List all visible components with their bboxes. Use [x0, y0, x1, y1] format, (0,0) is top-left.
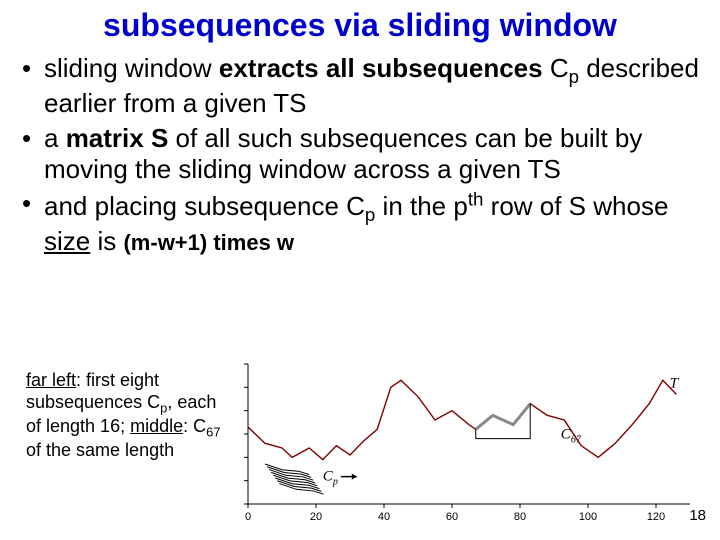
bullet-1: • sliding window extracts all subsequenc… [18, 53, 702, 119]
svg-text:80: 80 [514, 511, 526, 523]
text: sliding window [44, 53, 219, 83]
figure-caption: far left: first eight subsequences Cp, e… [26, 370, 226, 461]
text: C [543, 53, 569, 83]
bullet-2-text: a matrix S of all such subsequences can … [44, 123, 642, 184]
bullet-dot: • [22, 53, 31, 84]
page-number: 18 [689, 507, 706, 524]
subscript: 67 [206, 424, 220, 439]
svg-text:20: 20 [310, 511, 322, 523]
bullet-dot: • [22, 188, 31, 219]
svg-text:60: 60 [446, 511, 458, 523]
bullet-dot: • [22, 123, 31, 154]
subscript: p [365, 204, 375, 225]
bullets-area: • sliding window extracts all subsequenc… [0, 53, 720, 257]
bullet-1-text: sliding window extracts all subsequences… [44, 53, 699, 118]
superscript: th [468, 188, 484, 209]
svg-text:0: 0 [245, 511, 251, 523]
text: in the p [375, 191, 468, 221]
text-bold: (m-w+1) times w [123, 230, 294, 255]
svg-text:40: 40 [378, 511, 390, 523]
caption-text: : C [183, 416, 206, 436]
text: row of S whose [483, 191, 668, 221]
subscript: p [569, 66, 579, 87]
svg-text:T: T [670, 375, 680, 391]
text: and placing subsequence C [44, 191, 365, 221]
svg-text:120: 120 [647, 511, 665, 523]
caption-text: of the same length [26, 440, 174, 460]
svg-text:Cp: Cp [323, 469, 338, 488]
bullet-3-text: and placing subsequence Cp in the pth ro… [44, 191, 668, 256]
chart-figure: 020406080100120TC67Cp [230, 358, 700, 526]
caption-label: middle [130, 416, 183, 436]
text-bold: extracts all subsequences [219, 53, 543, 83]
bullet-2: • a matrix S of all such subsequences ca… [18, 123, 702, 184]
text: a [44, 123, 66, 153]
caption-label: far left [26, 370, 76, 390]
slide-title: subsequences via sliding window [0, 0, 720, 53]
text: is [90, 226, 123, 256]
text-underline: size [44, 226, 90, 256]
bullet-3: • and placing subsequence Cp in the pth … [18, 188, 702, 257]
text-bold: matrix S [66, 123, 169, 153]
svg-text:100: 100 [579, 511, 597, 523]
